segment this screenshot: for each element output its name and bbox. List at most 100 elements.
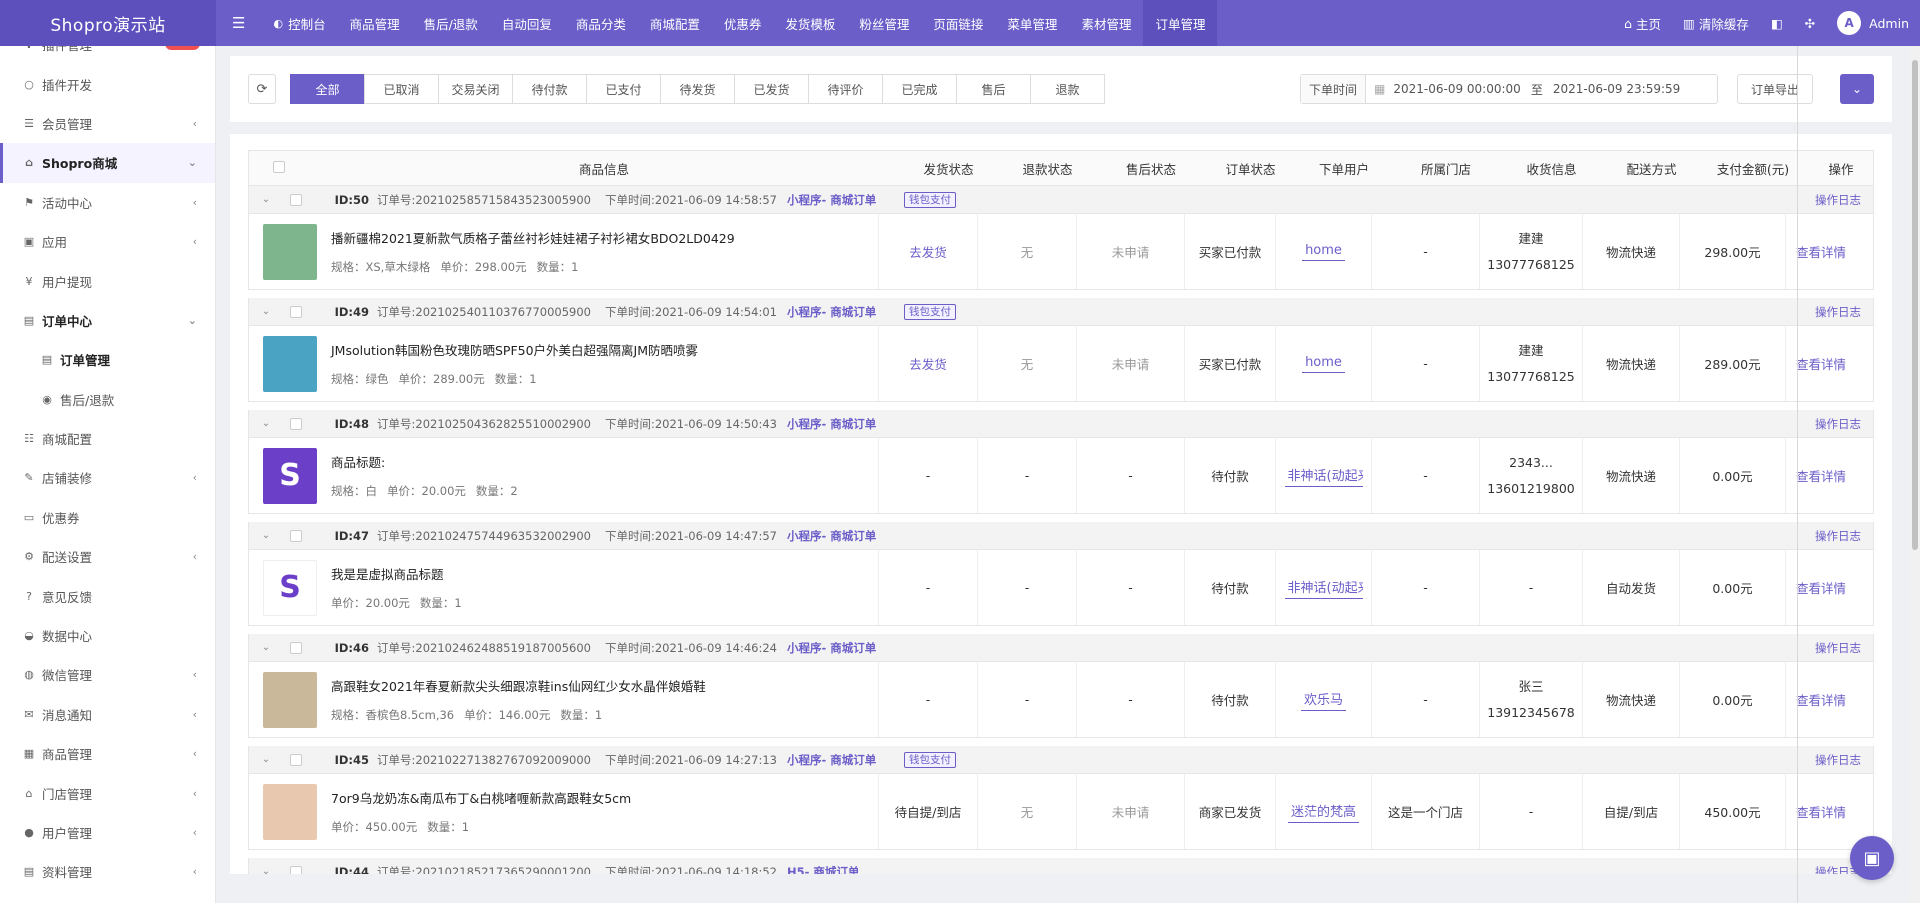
- topnav-item[interactable]: 优惠券: [712, 0, 774, 46]
- status-tab[interactable]: 退款: [1030, 74, 1105, 104]
- product-thumbnail[interactable]: [263, 335, 317, 392]
- sidebar-item[interactable]: ☷ 商城配置: [0, 419, 215, 458]
- topnav-item[interactable]: 发货模板: [773, 0, 847, 46]
- chevron-down-icon[interactable]: ⌄: [249, 754, 283, 765]
- goods-title[interactable]: 我是是虚拟商品标题: [331, 564, 472, 583]
- operation-log-link[interactable]: 操作日志: [1803, 416, 1873, 432]
- sidebar-item[interactable]: ▤ 订单中心 ⌄: [0, 301, 215, 340]
- goods-title[interactable]: 播新疆棉2021夏新款气质格子蕾丝衬衫娃娃裙子衬衫裙女BDO2LD0429: [331, 228, 735, 247]
- operation-log-link[interactable]: 操作日志: [1803, 528, 1873, 544]
- ship-button[interactable]: 去发货: [909, 242, 947, 261]
- goods-title[interactable]: 商品标题:: [331, 452, 528, 471]
- sidebar-item[interactable]: ▤ 订单管理: [0, 340, 215, 379]
- chevron-down-icon[interactable]: ⌄: [1840, 74, 1874, 104]
- chevron-down-icon[interactable]: ⌄: [249, 866, 283, 874]
- sidebar-item[interactable]: ◒ 数据中心: [0, 616, 215, 655]
- order-checkbox[interactable]: [290, 305, 302, 318]
- order-checkbox[interactable]: [290, 641, 302, 654]
- date-from[interactable]: 2021-06-09 00:00:00: [1393, 82, 1520, 96]
- topnav-item[interactable]: 菜单管理: [995, 0, 1069, 46]
- status-tab[interactable]: 已取消: [364, 74, 439, 104]
- topnav-item[interactable]: 页面链接: [921, 0, 995, 46]
- product-thumbnail[interactable]: [263, 671, 317, 728]
- topnav-item[interactable]: 粉丝管理: [847, 0, 921, 46]
- sidebar-item[interactable]: ⌂ Shopro商城 ⌄: [0, 143, 215, 183]
- topnav-item[interactable]: 自动回复: [490, 0, 564, 46]
- status-tab[interactable]: 全部: [290, 74, 365, 104]
- view-detail-link[interactable]: 查看详情: [1796, 354, 1846, 373]
- user-link[interactable]: 欢乐马: [1300, 689, 1346, 711]
- operation-log-link[interactable]: 操作日志: [1803, 640, 1873, 656]
- user-menu[interactable]: A Admin: [1826, 11, 1920, 35]
- user-link[interactable]: home: [1302, 243, 1345, 261]
- goods-title[interactable]: 高跟鞋女2021年春夏新款尖头细跟凉鞋ins仙网红少女水晶伴娘婚鞋: [331, 676, 706, 695]
- sidebar-item[interactable]: ▭ 优惠券: [0, 498, 215, 537]
- refresh-button[interactable]: ⟳: [248, 74, 276, 104]
- sidebar-item[interactable]: ◉ 售后/退款: [0, 380, 215, 419]
- app-logo[interactable]: Shopro演示站: [0, 0, 216, 46]
- language-icon[interactable]: ◧: [1760, 16, 1794, 31]
- topnav-item[interactable]: 素材管理: [1069, 0, 1143, 46]
- sidebar-item[interactable]: ✚ 插件管理 new: [0, 46, 215, 64]
- order-checkbox[interactable]: [290, 417, 302, 430]
- topnav-item[interactable]: 商城配置: [638, 0, 712, 46]
- topnav-item[interactable]: 订单管理: [1143, 0, 1218, 46]
- status-tab[interactable]: 待评价: [808, 74, 883, 104]
- fullscreen-icon[interactable]: ✣: [1794, 16, 1826, 31]
- sidebar-item[interactable]: ✎ 店铺装修 ‹: [0, 458, 215, 497]
- view-detail-link[interactable]: 查看详情: [1796, 242, 1846, 261]
- user-link[interactable]: 非神话(动起来: [1284, 465, 1363, 487]
- sidebar-item[interactable]: ⚑ 活动中心 ‹: [0, 183, 215, 222]
- topnav-item[interactable]: ◐ 控制台: [261, 0, 337, 46]
- view-detail-link[interactable]: 查看详情: [1796, 578, 1846, 597]
- date-range-picker[interactable]: 下单时间 ▦ 2021-06-09 00:00:00 至 2021-06-09 …: [1300, 74, 1718, 104]
- sidebar-item[interactable]: ¥ 用户提现: [0, 261, 215, 300]
- sidebar-item[interactable]: ? 意见反馈: [0, 576, 215, 615]
- export-button[interactable]: 订单导出: [1737, 74, 1813, 104]
- status-tab[interactable]: 已发货: [734, 74, 809, 104]
- topnav-item[interactable]: 售后/退款: [412, 0, 490, 46]
- user-link[interactable]: home: [1302, 355, 1345, 373]
- chat-icon[interactable]: ▣: [1850, 836, 1894, 880]
- status-tab[interactable]: 待付款: [512, 74, 587, 104]
- chevron-down-icon[interactable]: ⌄: [249, 418, 283, 429]
- product-thumbnail[interactable]: S: [263, 559, 317, 616]
- view-detail-link[interactable]: 查看详情: [1796, 466, 1846, 485]
- status-tab[interactable]: 已支付: [586, 74, 661, 104]
- sidebar-item[interactable]: ⌂ 门店管理 ‹: [0, 773, 215, 812]
- scrollbar-thumb[interactable]: [1912, 60, 1918, 550]
- home-link[interactable]: ⌂ 主页: [1613, 14, 1672, 33]
- status-tab[interactable]: 已完成: [882, 74, 957, 104]
- menu-toggle-icon[interactable]: ☰: [216, 0, 261, 46]
- date-to[interactable]: 2021-06-09 23:59:59: [1553, 82, 1680, 96]
- status-tab[interactable]: 售后: [956, 74, 1031, 104]
- user-link[interactable]: 非神话(动起来: [1284, 577, 1363, 599]
- status-tab[interactable]: 待发货: [660, 74, 735, 104]
- chevron-down-icon[interactable]: ⌄: [249, 306, 283, 317]
- operation-log-link[interactable]: 操作日志: [1803, 752, 1873, 768]
- order-checkbox[interactable]: [290, 753, 302, 766]
- sidebar-item[interactable]: ▤ 资料管理 ‹: [0, 852, 215, 891]
- product-thumbnail[interactable]: [263, 223, 317, 280]
- ship-button[interactable]: 去发货: [909, 354, 947, 373]
- sidebar-item[interactable]: ○ 插件开发: [0, 64, 215, 103]
- operation-log-link[interactable]: 操作日志: [1803, 304, 1873, 320]
- sidebar-item[interactable]: ⚙ 配送设置 ‹: [0, 537, 215, 576]
- chevron-down-icon[interactable]: ⌄: [249, 530, 283, 541]
- product-thumbnail[interactable]: S: [263, 447, 317, 504]
- user-link[interactable]: 迷茫的梵高: [1287, 801, 1359, 823]
- sidebar-item[interactable]: ✉ 消息通知 ‹: [0, 695, 215, 734]
- goods-title[interactable]: JMsolution韩国粉色玫瑰防晒SPF50户外美白超强隔离JM防晒喷雾: [331, 340, 698, 359]
- operation-log-link[interactable]: 操作日志: [1803, 192, 1873, 208]
- order-checkbox[interactable]: [290, 193, 302, 206]
- order-checkbox[interactable]: [290, 529, 302, 542]
- product-thumbnail[interactable]: [263, 783, 317, 840]
- sidebar-item[interactable]: ▦ 商品管理 ‹: [0, 734, 215, 773]
- sidebar-item[interactable]: ▣ 应用 ‹: [0, 222, 215, 261]
- clear-cache-button[interactable]: ▥ 清除缓存: [1672, 14, 1760, 33]
- sidebar-item[interactable]: ● 用户管理 ‹: [0, 813, 215, 852]
- sidebar-item[interactable]: ☰ 会员管理 ‹: [0, 104, 215, 143]
- order-checkbox[interactable]: [290, 865, 302, 874]
- topnav-item[interactable]: 商品管理: [338, 0, 412, 46]
- view-detail-link[interactable]: 查看详情: [1796, 802, 1846, 821]
